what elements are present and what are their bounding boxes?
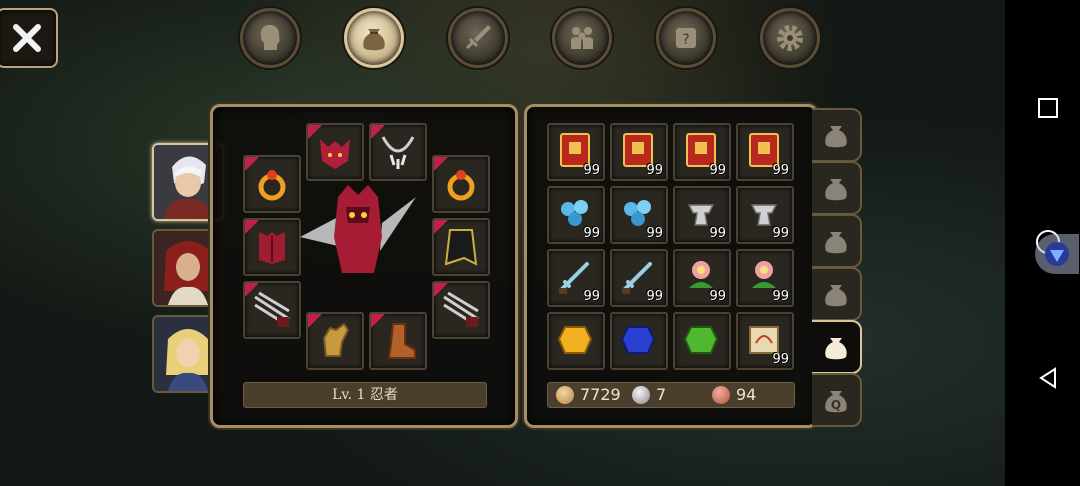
inventory-slot[interactable]: 99: [736, 249, 794, 307]
gear-icon: [777, 25, 803, 51]
inventory-slot[interactable]: [610, 312, 668, 370]
item-quantity: 99: [709, 163, 726, 178]
inventory-slot[interactable]: [673, 312, 731, 370]
bag-tab-1[interactable]: [812, 108, 862, 162]
silver-amount: 7: [656, 385, 667, 404]
gold-amount: 7729: [580, 385, 621, 404]
bag-icon: [825, 338, 847, 360]
inventory-slot[interactable]: 99: [673, 186, 731, 244]
inventory-panel: 99 99 99 99 99 99 99 99 99 99 99 99 99 7729 7 94: [524, 104, 818, 428]
close-button[interactable]: [0, 8, 58, 68]
equip-slot-necklace[interactable]: [369, 123, 427, 181]
floating-assistant-button[interactable]: [1035, 234, 1079, 274]
claw-icon: [443, 291, 479, 327]
currency-bar: 7729 7 94: [547, 382, 795, 408]
equip-slot-ring-left[interactable]: [243, 155, 301, 213]
item-quantity: 99: [583, 289, 600, 304]
ring-icon: [447, 170, 475, 201]
helmet-icon: [320, 139, 350, 169]
inventory-slot[interactable]: 99: [673, 123, 731, 181]
character-preview: [300, 185, 416, 273]
tab-quests[interactable]: ?: [656, 8, 716, 68]
equip-slot-boots[interactable]: [369, 312, 427, 370]
equip-slot-ring-right[interactable]: [432, 155, 490, 213]
inventory-slot[interactable]: 99: [547, 186, 605, 244]
bag-icon: [825, 285, 847, 307]
bag-tab-3[interactable]: [812, 214, 862, 268]
inventory-slot[interactable]: 99: [610, 249, 668, 307]
bag-icon: [363, 29, 385, 51]
tab-skills[interactable]: [448, 8, 508, 68]
game-screen: ? Lv. 1 忍者 99 99 99 99 99 99 99 99 99 99…: [0, 0, 1005, 486]
quest-bag-label: Q: [831, 398, 841, 412]
item-quantity: 99: [583, 163, 600, 178]
scroll-icon: ?: [676, 28, 696, 48]
recents-button[interactable]: [1026, 86, 1070, 130]
inventory-slot[interactable]: 99: [547, 249, 605, 307]
copper-coin-icon: [712, 386, 730, 404]
necklace-icon: [381, 136, 415, 169]
item-quantity: 99: [646, 289, 663, 304]
equip-slot-armor[interactable]: [243, 218, 301, 276]
claw-icon: [254, 291, 290, 327]
inventory-slot[interactable]: 99: [610, 186, 668, 244]
equipment-panel: Lv. 1 忍者: [210, 104, 518, 428]
svg-text:?: ?: [682, 32, 689, 48]
quest-bag-tab[interactable]: Q: [812, 373, 862, 427]
inventory-slot[interactable]: 99: [547, 123, 605, 181]
close-icon: [13, 24, 41, 52]
inventory-slot[interactable]: 99: [736, 312, 794, 370]
equip-slot-claw-right[interactable]: [432, 281, 490, 339]
cape-icon: [444, 229, 478, 266]
tab-settings[interactable]: [760, 8, 820, 68]
tab-party[interactable]: [552, 8, 612, 68]
bag-tab-5[interactable]: [812, 320, 862, 374]
bag-icon: [825, 232, 847, 254]
item-quantity: 99: [772, 163, 789, 178]
item-quantity: 99: [709, 226, 726, 241]
bag-icon: Q: [825, 391, 847, 413]
sword-icon: [465, 25, 491, 50]
item-quantity: 99: [646, 163, 663, 178]
item-quantity: 99: [772, 226, 789, 241]
square-icon: [1038, 98, 1058, 118]
inventory-slot[interactable]: 99: [610, 123, 668, 181]
sapphire-gem-icon: [620, 326, 656, 354]
ring-icon: [258, 170, 286, 201]
bag-icon: [825, 126, 847, 148]
inventory-slot[interactable]: 99: [673, 249, 731, 307]
level-label: Lv. 1 忍者: [243, 382, 487, 408]
gauntlet-icon: [322, 322, 350, 357]
item-quantity: 99: [583, 226, 600, 241]
item-quantity: 99: [772, 289, 789, 304]
gold-coin-icon: [556, 386, 574, 404]
equip-slot-helmet[interactable]: [306, 123, 364, 181]
equip-slot-cape[interactable]: [432, 218, 490, 276]
tab-character[interactable]: [240, 8, 300, 68]
item-quantity: 99: [646, 226, 663, 241]
boots-icon: [387, 323, 416, 359]
item-quantity: 99: [772, 352, 789, 367]
back-button[interactable]: [1026, 356, 1070, 400]
inventory-slot[interactable]: 99: [736, 123, 794, 181]
tab-inventory[interactable]: [344, 8, 404, 68]
back-triangle-icon: [1039, 367, 1056, 389]
equip-slot-claw-left[interactable]: [243, 281, 301, 339]
emerald-gem-icon: [683, 326, 719, 354]
party-icon: [571, 27, 593, 49]
inventory-slot[interactable]: 99: [736, 186, 794, 244]
silver-coin-icon: [632, 386, 650, 404]
armor-icon: [259, 232, 285, 264]
head-icon: [260, 25, 280, 50]
copper-amount: 94: [736, 385, 757, 404]
bag-tab-4[interactable]: [812, 267, 862, 321]
equip-slot-gloves[interactable]: [306, 312, 364, 370]
triangle-down-icon: [1045, 242, 1069, 266]
bag-icon: [825, 179, 847, 201]
item-quantity: 99: [709, 289, 726, 304]
inventory-slot[interactable]: [547, 312, 605, 370]
bag-tab-2[interactable]: [812, 161, 862, 215]
amber-gem-icon: [557, 326, 593, 354]
